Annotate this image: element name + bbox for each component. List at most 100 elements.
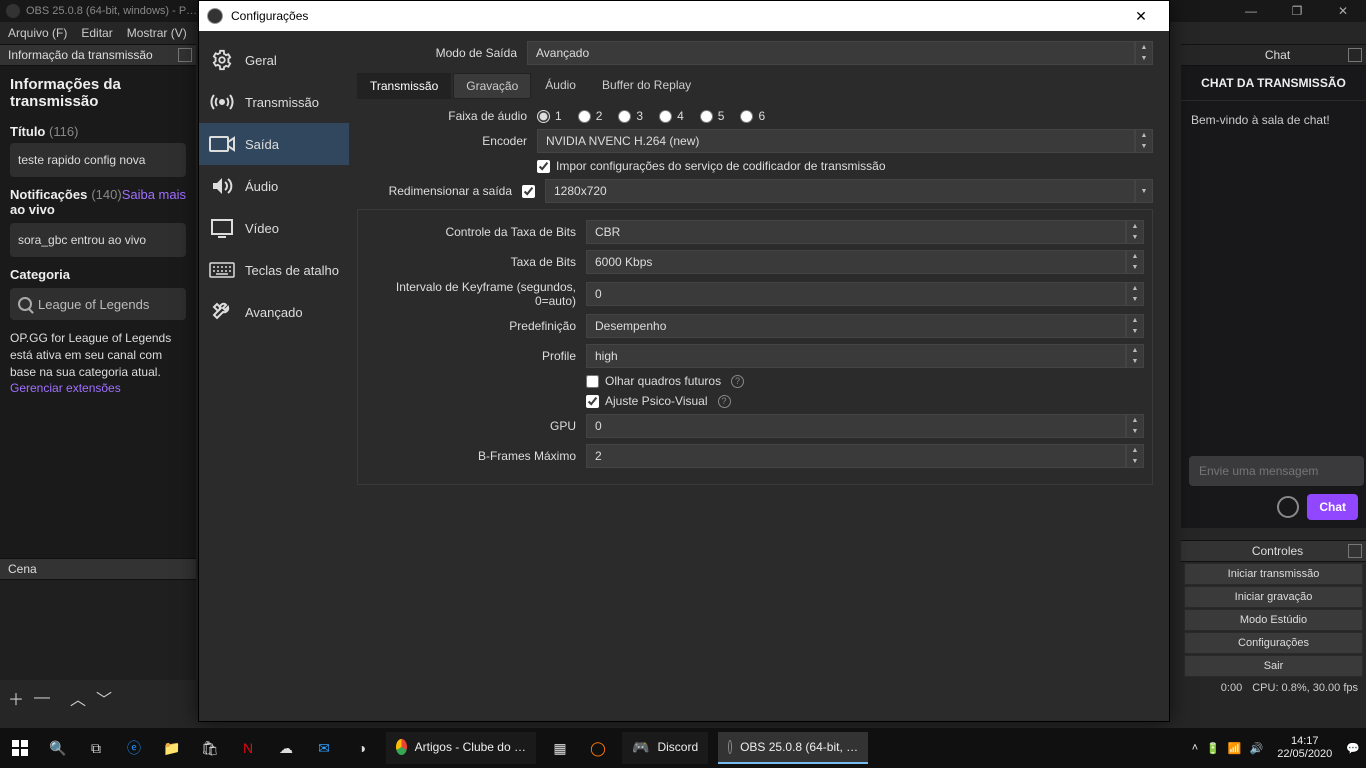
close-button[interactable]: ✕: [1320, 0, 1366, 22]
enforce-checkbox[interactable]: Impor configurações do serviço de codifi…: [537, 159, 1153, 173]
output-mode-label: Modo de Saída: [357, 46, 527, 60]
track-2[interactable]: 2: [578, 109, 603, 123]
rescale-checkbox[interactable]: [522, 185, 535, 198]
minimize-button[interactable]: —: [1228, 0, 1274, 22]
help-icon[interactable]: ?: [731, 375, 744, 388]
chat-input[interactable]: [1189, 456, 1364, 486]
menu-file[interactable]: Arquivo (F): [8, 26, 67, 40]
menu-edit[interactable]: Editar: [81, 26, 112, 40]
controls-header-label: Controles: [1252, 544, 1303, 558]
track-3[interactable]: 3: [618, 109, 643, 123]
lookahead-label: Olhar quadros futuros: [605, 374, 721, 388]
scene-up-button[interactable]: ︿: [70, 686, 86, 710]
battery-icon[interactable]: 🔋: [1206, 742, 1220, 755]
search-icon[interactable]: 🔍: [44, 734, 72, 762]
taskbar-obs[interactable]: OBS 25.0.8 (64-bit, …: [718, 732, 868, 764]
ext-text: OP.GG for League of Legends está ativa e…: [10, 331, 171, 379]
taskbar-left: 🔍 ⧉ ⓔ 📁 🛍 N ☁ ✉ ◑ Artigos - Clube do … ▦…: [6, 732, 868, 764]
bitrate-input[interactable]: 6000 Kbps ▲▼: [586, 250, 1144, 274]
bframes-input[interactable]: 2 ▲▼: [586, 444, 1144, 468]
add-scene-button[interactable]: ＋: [8, 686, 24, 710]
netflix-icon[interactable]: N: [234, 734, 262, 762]
chat-input-row: ☺: [1181, 448, 1366, 494]
gpu-input[interactable]: 0 ▲▼: [586, 414, 1144, 438]
notification-icon[interactable]: 💬: [1346, 742, 1360, 755]
nav-general[interactable]: Geral: [199, 39, 349, 81]
start-button[interactable]: [6, 734, 34, 762]
settings-titlebar[interactable]: Configurações ✕: [199, 1, 1169, 31]
ext-link[interactable]: Gerenciar extensões: [10, 381, 121, 395]
encoder-settings-group: Controle da Taxa de Bits CBR ▲▼ Taxa de …: [357, 209, 1153, 485]
maximize-button[interactable]: ❐: [1274, 0, 1320, 22]
tab-recording[interactable]: Gravação: [453, 73, 531, 99]
scene-down-button[interactable]: ﹀: [96, 686, 112, 710]
dock-popout-icon[interactable]: [178, 48, 192, 62]
nav-video[interactable]: Vídeo: [199, 207, 349, 249]
mail-icon[interactable]: ✉: [310, 734, 338, 762]
track-5[interactable]: 5: [700, 109, 725, 123]
output-mode-select[interactable]: Avançado ▲▼: [527, 41, 1153, 65]
keyframe-input[interactable]: 0 ▲▼: [586, 282, 1144, 306]
lookahead-checkbox[interactable]: Olhar quadros futuros ?: [586, 374, 1144, 388]
taskview-icon[interactable]: ⧉: [82, 734, 110, 762]
origin-icon[interactable]: ◯: [584, 734, 612, 762]
start-recording-button[interactable]: Iniciar gravação: [1184, 586, 1363, 608]
profile-select[interactable]: high ▲▼: [586, 344, 1144, 368]
preset-select[interactable]: Desempenho ▲▼: [586, 314, 1144, 338]
tab-audio[interactable]: Áudio: [533, 73, 588, 99]
explorer-icon[interactable]: 📁: [158, 734, 186, 762]
taskbar-chrome[interactable]: Artigos - Clube do …: [386, 732, 536, 764]
track-6[interactable]: 6: [740, 109, 765, 123]
settings-button[interactable]: Configurações: [1184, 632, 1363, 654]
wifi-icon[interactable]: 📶: [1228, 742, 1242, 755]
output-mode-value: Avançado: [527, 41, 1135, 65]
chat-popout-icon[interactable]: [1348, 48, 1362, 62]
rescale-value: 1280x720: [545, 179, 1135, 203]
track-1[interactable]: 1: [537, 109, 562, 123]
nav-advanced[interactable]: Avançado: [199, 291, 349, 333]
soundcloud-icon[interactable]: ☁: [272, 734, 300, 762]
settings-close-button[interactable]: ✕: [1121, 8, 1161, 25]
tab-replay[interactable]: Buffer do Replay: [590, 73, 703, 99]
controls-header[interactable]: Controles: [1181, 540, 1366, 562]
steam-icon[interactable]: ◑: [348, 734, 376, 762]
tools-icon: [209, 301, 235, 323]
help-icon[interactable]: ?: [718, 395, 731, 408]
stream-info-header[interactable]: Informação da transmissão: [0, 44, 196, 66]
epic-icon[interactable]: ▦: [546, 734, 574, 762]
psycho-checkbox[interactable]: Ajuste Psico-Visual ?: [586, 394, 1144, 408]
studio-mode-button[interactable]: Modo Estúdio: [1184, 609, 1363, 631]
exit-button[interactable]: Sair: [1184, 655, 1363, 677]
scenes-header[interactable]: Cena: [0, 558, 196, 580]
notif-link[interactable]: Saiba mais: [122, 187, 186, 202]
nav-hotkeys[interactable]: Teclas de atalho: [199, 249, 349, 291]
tray-up-icon[interactable]: ˄: [1192, 742, 1198, 754]
store-icon[interactable]: 🛍: [196, 734, 224, 762]
start-stream-button[interactable]: Iniciar transmissão: [1184, 563, 1363, 585]
taskbar-clock[interactable]: 14:17 22/05/2020: [1271, 735, 1338, 761]
category-search[interactable]: League of Legends: [10, 288, 186, 320]
chat-send-button[interactable]: Chat: [1307, 494, 1358, 520]
title-input[interactable]: teste rapido config nova: [10, 143, 186, 177]
chat-body: Bem-vindo à sala de chat!: [1181, 101, 1366, 448]
nav-audio[interactable]: Áudio: [199, 165, 349, 207]
obs-icon: [728, 740, 732, 754]
rescale-select[interactable]: 1280x720 ▼: [545, 179, 1153, 203]
menu-show[interactable]: Mostrar (V): [127, 26, 187, 40]
settings-gear-icon[interactable]: [1277, 496, 1299, 518]
rate-control-select[interactable]: CBR ▲▼: [586, 220, 1144, 244]
track-4[interactable]: 4: [659, 109, 684, 123]
chevron-up-icon: ▲: [1136, 42, 1152, 53]
encoder-select[interactable]: NVIDIA NVENC H.264 (new) ▲▼: [537, 129, 1153, 153]
tab-streaming[interactable]: Transmissão: [357, 73, 451, 99]
chat-dock-header[interactable]: Chat: [1181, 44, 1366, 66]
nav-output[interactable]: Saída: [199, 123, 349, 165]
audio-track-label: Faixa de áudio: [357, 109, 537, 123]
volume-icon[interactable]: 🔊: [1250, 742, 1264, 755]
edge-icon[interactable]: ⓔ: [120, 734, 148, 762]
scene-list[interactable]: [0, 580, 196, 680]
taskbar-discord[interactable]: 🎮Discord: [622, 732, 708, 764]
remove-scene-button[interactable]: —: [34, 689, 50, 707]
nav-stream[interactable]: Transmissão: [199, 81, 349, 123]
controls-popout-icon[interactable]: [1348, 544, 1362, 558]
